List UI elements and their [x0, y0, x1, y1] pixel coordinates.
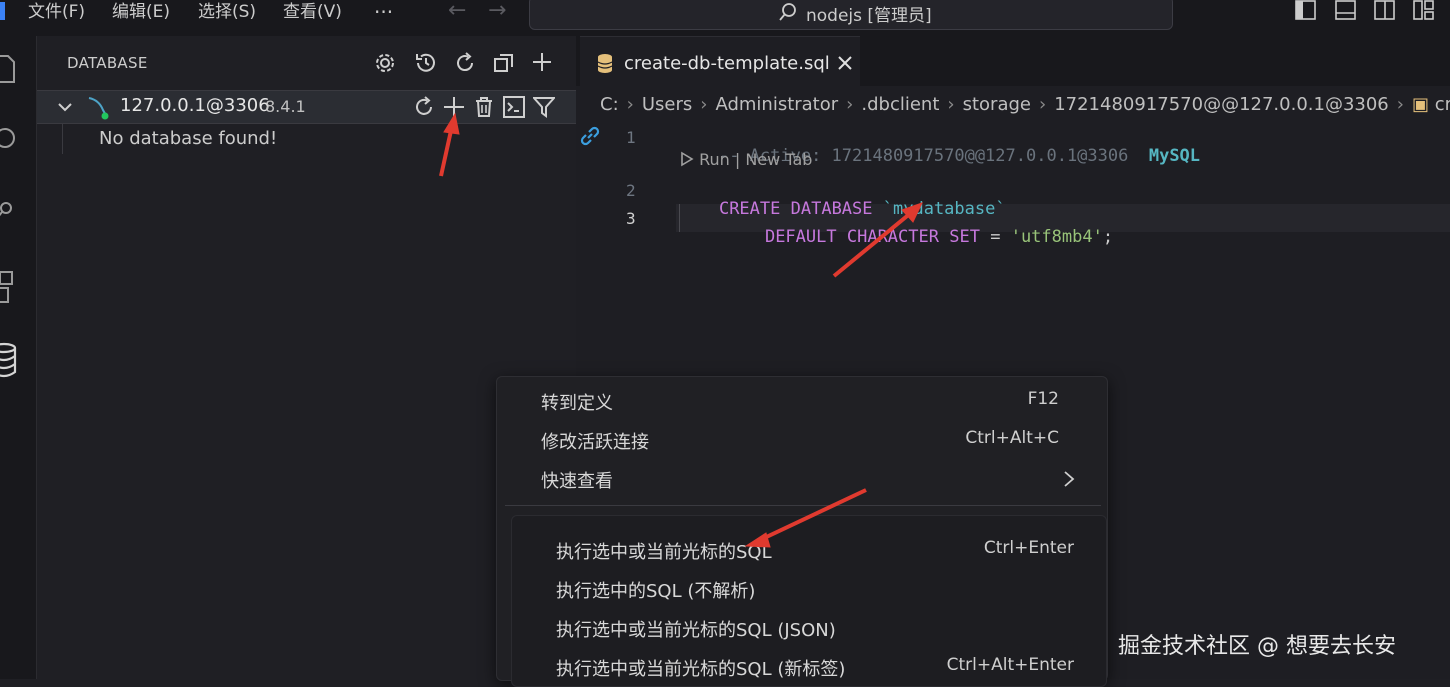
menu-item-label: 转到定义: [541, 393, 613, 414]
toggle-secondary-sidebar-icon[interactable]: [1373, 0, 1397, 22]
breadcrumb-item[interactable]: C:: [600, 94, 619, 115]
command-center-label: nodejs [管理员]: [806, 6, 932, 26]
menu-item-label: 执行选中或当前光标的SQL (新标签): [556, 659, 846, 680]
extensions-icon[interactable]: [0, 270, 20, 308]
refresh-icon[interactable]: [453, 51, 477, 75]
sql-terminator: ;: [1102, 227, 1114, 247]
line-number: 1: [626, 128, 636, 147]
db-file-icon: ▣: [1411, 94, 1429, 115]
filter-icon[interactable]: [533, 96, 555, 118]
close-icon[interactable]: [838, 56, 852, 70]
history-icon[interactable]: [414, 51, 438, 75]
chevron-down-icon[interactable]: [57, 99, 73, 115]
menu-item-shortcut: Ctrl+Enter: [983, 538, 1074, 558]
explorer-icon[interactable]: [0, 54, 18, 84]
link-icon[interactable]: [578, 124, 602, 148]
play-icon[interactable]: [680, 151, 694, 167]
connection-host: 127.0.0.1@3306: [120, 95, 270, 116]
menu-item-run-sql-new-tab[interactable]: 执行选中或当前光标的SQL (新标签) Ctrl+Alt+Enter: [512, 648, 1106, 686]
connection-row[interactable]: 127.0.0.1@3306 8.4.1: [37, 90, 577, 124]
menu-item-run-sql-no-parse[interactable]: 执行选中的SQL (不解析): [512, 570, 1106, 608]
breadcrumb-item[interactable]: storage: [963, 94, 1031, 115]
create-database-icon[interactable]: [442, 95, 466, 119]
code-line-3[interactable]: DEFAULT CHARACTER SET = 'utf8mb4';: [724, 207, 1113, 267]
breadcrumb-item[interactable]: Users: [642, 94, 692, 115]
sql-operator: =: [990, 227, 1001, 247]
codelens[interactable]: Run | New Tab: [680, 150, 812, 169]
title-bar: 文件(F) 编辑(E) 选择(S) 查看(V) ··· ← → nodejs […: [0, 0, 1450, 36]
toggle-panel-icon[interactable]: [1334, 0, 1358, 22]
search-view-icon[interactable]: [0, 126, 20, 156]
tab-label: create-db-template.sql: [624, 53, 830, 74]
menu-item-label: 执行选中或当前光标的SQL (JSON): [556, 620, 836, 641]
customize-layout-icon[interactable]: [1412, 0, 1436, 22]
menu-item-label: 快速查看: [541, 471, 613, 492]
sql-string: 'utf8mb4': [1010, 227, 1103, 247]
menu-file[interactable]: 文件(F): [28, 0, 85, 28]
command-center[interactable]: nodejs [管理员]: [529, 0, 1173, 30]
delete-icon[interactable]: [473, 95, 495, 119]
toggle-primary-sidebar-icon[interactable]: [1294, 0, 1318, 22]
line-number: 3: [626, 209, 636, 228]
empty-database-message: No database found!: [99, 128, 278, 149]
connection-version: 8.4.1: [265, 97, 306, 116]
menu-item-run-sql[interactable]: 执行选中或当前光标的SQL Ctrl+Enter: [512, 531, 1106, 569]
mysql-dolphin-icon: [88, 97, 109, 120]
menu-separator: [505, 505, 1101, 506]
tab-create-db-template[interactable]: create-db-template.sql: [580, 36, 860, 87]
dialect-tag: MySQL: [1148, 146, 1201, 166]
line-number: 2: [626, 181, 636, 200]
menu-more-button[interactable]: ···: [374, 0, 393, 28]
menu-item-shortcut: F12: [1027, 389, 1059, 409]
menu-item-shortcut: Ctrl+Alt+Enter: [946, 655, 1074, 675]
context-menu: 转到定义 F12 修改活跃连接 Ctrl+Alt+C 快速查看 执行选中或当前光…: [496, 376, 1108, 687]
menu-selection[interactable]: 选择(S): [198, 0, 256, 28]
watermark: 掘金技术社区 @ 想要去长安: [1118, 634, 1396, 659]
context-submenu: 执行选中或当前光标的SQL Ctrl+Enter 执行选中的SQL (不解析) …: [511, 515, 1107, 687]
refresh-connection-icon[interactable]: [413, 96, 435, 118]
menu-item-label: 执行选中或当前光标的SQL: [556, 542, 772, 563]
terminal-icon[interactable]: [503, 96, 525, 118]
menu-item-change-active-connection[interactable]: 修改活跃连接 Ctrl+Alt+C: [497, 421, 1107, 459]
menu-item-go-to-definition[interactable]: 转到定义 F12: [497, 382, 1107, 420]
menu-item-shortcut: Ctrl+Alt+C: [965, 428, 1059, 448]
breadcrumb: C: › Users › Administrator › .dbclient › storage…: [600, 94, 1450, 115]
forward-arrow-icon[interactable]: →: [488, 0, 506, 23]
gear-icon[interactable]: [374, 52, 396, 74]
menu-edit[interactable]: 编辑(E): [112, 0, 170, 28]
breadcrumb-item[interactable]: Administrator: [715, 94, 838, 115]
menu-view[interactable]: 查看(V): [283, 0, 342, 28]
indent-guide: [679, 204, 680, 232]
tree-indent-guide: [62, 124, 63, 154]
menu-item-label: 执行选中的SQL (不解析): [556, 581, 756, 602]
breadcrumb-item[interactable]: creat: [1435, 94, 1450, 115]
database-icon[interactable]: [0, 342, 18, 378]
menu-item-label: 修改活跃连接: [541, 432, 649, 453]
chevron-right-icon: [1064, 471, 1075, 487]
search-icon: [779, 3, 796, 21]
sidebar-title: DATABASE: [67, 54, 148, 72]
breadcrumb-item[interactable]: .dbclient: [861, 94, 939, 115]
activity-bar: [0, 36, 36, 679]
sql-keyword: SET: [949, 227, 980, 247]
sql-keyword: CHARACTER: [846, 227, 939, 247]
add-connection-icon[interactable]: [531, 51, 553, 73]
sql-keyword: DEFAULT: [764, 227, 837, 247]
app-logo-edge: [0, 2, 5, 20]
collapse-all-icon[interactable]: [493, 52, 515, 74]
source-control-icon[interactable]: [0, 200, 18, 228]
breadcrumb-item[interactable]: 1721480917570@@127.0.0.1@3306: [1054, 94, 1389, 115]
back-arrow-icon[interactable]: ←: [448, 0, 466, 23]
menu-item-run-sql-json[interactable]: 执行选中或当前光标的SQL (JSON): [512, 609, 1106, 647]
sql-file-icon: [597, 54, 613, 73]
codelens-label[interactable]: Run | New Tab: [699, 150, 812, 169]
menu-item-quick-view[interactable]: 快速查看: [497, 460, 1107, 498]
